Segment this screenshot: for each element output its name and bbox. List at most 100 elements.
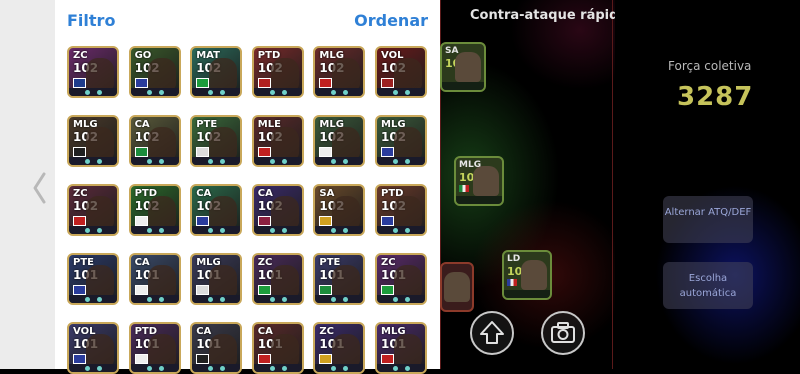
player-card[interactable]: ZC101 bbox=[313, 322, 366, 374]
skill-dot-icon bbox=[393, 159, 398, 164]
card-footer bbox=[192, 226, 241, 234]
player-card[interactable]: MLG101 bbox=[375, 322, 427, 374]
filter-button[interactable]: Filtro bbox=[67, 11, 115, 30]
chevron-left-icon[interactable] bbox=[30, 168, 50, 208]
player-card[interactable]: PTE102 bbox=[190, 115, 243, 167]
player-card[interactable]: GO102 bbox=[128, 46, 181, 98]
skill-dot-icon bbox=[97, 228, 102, 233]
player-card[interactable]: CA102 bbox=[190, 184, 243, 236]
player-card[interactable]: SA102 bbox=[313, 184, 366, 236]
skill-dot-icon bbox=[85, 90, 90, 95]
sort-button[interactable]: Ordenar bbox=[354, 11, 428, 30]
player-portrait bbox=[270, 265, 299, 297]
card-footer bbox=[253, 88, 302, 96]
flag-icon bbox=[73, 147, 86, 157]
card-footer bbox=[253, 364, 302, 372]
player-portrait bbox=[455, 52, 481, 82]
flag-icon bbox=[196, 216, 210, 226]
player-card[interactable]: CA101 bbox=[190, 322, 243, 374]
skill-dot-icon bbox=[281, 228, 287, 233]
card-footer bbox=[69, 88, 117, 96]
card-footer bbox=[504, 290, 550, 298]
flag-icon bbox=[257, 216, 271, 226]
player-card[interactable]: VOL101 bbox=[67, 322, 119, 374]
card-footer bbox=[130, 295, 179, 303]
player-position: ZC bbox=[319, 326, 334, 337]
skill-dot-icon bbox=[331, 297, 337, 302]
flag-icon bbox=[257, 147, 271, 157]
player-card[interactable]: CA101 bbox=[251, 322, 304, 374]
player-card[interactable]: MLG101 bbox=[190, 253, 243, 305]
player-card[interactable]: PTD102 bbox=[375, 184, 427, 236]
flag-icon bbox=[257, 285, 271, 295]
card-footer bbox=[377, 226, 425, 234]
player-position: ZC bbox=[73, 188, 88, 199]
swap-arrow-button[interactable] bbox=[470, 311, 514, 355]
skill-dot-icon bbox=[208, 90, 214, 95]
card-footer bbox=[442, 82, 484, 90]
player-card[interactable]: PTD101 bbox=[128, 322, 181, 374]
card-footer bbox=[130, 157, 179, 165]
skill-dot-icon bbox=[343, 297, 349, 302]
card-footer bbox=[315, 295, 364, 303]
skill-dot-icon bbox=[146, 90, 152, 95]
player-card[interactable]: PTD102 bbox=[251, 46, 304, 98]
player-portrait bbox=[394, 58, 422, 90]
player-portrait bbox=[394, 127, 422, 159]
formation-player-card-partial[interactable] bbox=[440, 262, 474, 312]
player-card[interactable]: ZC101 bbox=[375, 253, 427, 305]
player-card[interactable]: ZC102 bbox=[67, 184, 119, 236]
skill-dot-icon bbox=[97, 159, 102, 164]
card-footer bbox=[315, 88, 364, 96]
skill-dot-icon bbox=[281, 159, 287, 164]
player-card[interactable]: MLG102 bbox=[67, 115, 119, 167]
player-card[interactable]: MLE102 bbox=[251, 115, 304, 167]
skill-dot-icon bbox=[208, 159, 214, 164]
player-card[interactable]: PTE101 bbox=[313, 253, 366, 305]
player-card[interactable]: MLG102 bbox=[313, 115, 366, 167]
formation-player-card[interactable]: MLG 106 bbox=[454, 156, 504, 206]
player-portrait bbox=[332, 265, 361, 297]
player-card[interactable]: CA102 bbox=[251, 184, 304, 236]
player-card[interactable]: ZC102 bbox=[67, 46, 119, 98]
flag-icon bbox=[196, 78, 210, 88]
skill-dot-icon bbox=[405, 297, 410, 302]
player-card[interactable]: CA102 bbox=[128, 115, 181, 167]
flag-icon bbox=[73, 354, 86, 364]
card-footer bbox=[315, 364, 364, 372]
player-card[interactable]: VOL102 bbox=[375, 46, 427, 98]
player-card[interactable]: PTE101 bbox=[67, 253, 119, 305]
player-portrait bbox=[521, 260, 547, 290]
toggle-atk-def-button[interactable]: Alternar ATQ/DEF bbox=[663, 196, 753, 243]
skill-dot-icon bbox=[343, 90, 349, 95]
player-position: CA bbox=[134, 119, 150, 130]
auto-select-button[interactable]: Escolha automática bbox=[663, 262, 753, 309]
formation-player-card[interactable]: SA 107 bbox=[440, 42, 486, 92]
player-card[interactable]: CA101 bbox=[128, 253, 181, 305]
flag-icon bbox=[134, 147, 148, 157]
player-card[interactable]: ZC101 bbox=[251, 253, 304, 305]
skill-dot-icon bbox=[331, 159, 337, 164]
player-card[interactable]: MAT102 bbox=[190, 46, 243, 98]
skill-dot-icon bbox=[85, 297, 90, 302]
flag-icon bbox=[73, 78, 86, 88]
team-strength-value: 3287 bbox=[677, 82, 754, 112]
camera-button[interactable] bbox=[541, 311, 585, 355]
player-portrait bbox=[86, 58, 114, 90]
skill-dot-icon bbox=[208, 297, 214, 302]
player-portrait bbox=[394, 196, 422, 228]
camera-icon bbox=[551, 322, 575, 343]
card-footer bbox=[192, 88, 241, 96]
skill-dot-icon bbox=[220, 159, 226, 164]
player-position: CA bbox=[196, 326, 212, 337]
flag-icon bbox=[134, 78, 148, 88]
flag-icon bbox=[381, 216, 394, 226]
skill-dot-icon bbox=[220, 228, 226, 233]
skill-dot-icon bbox=[269, 90, 275, 95]
player-card[interactable]: MLG102 bbox=[375, 115, 427, 167]
formation-player-card[interactable]: LD 107 bbox=[502, 250, 552, 300]
skill-dot-icon bbox=[343, 228, 349, 233]
player-card[interactable]: MLG102 bbox=[313, 46, 366, 98]
flag-icon bbox=[319, 216, 333, 226]
player-card[interactable]: PTD102 bbox=[128, 184, 181, 236]
